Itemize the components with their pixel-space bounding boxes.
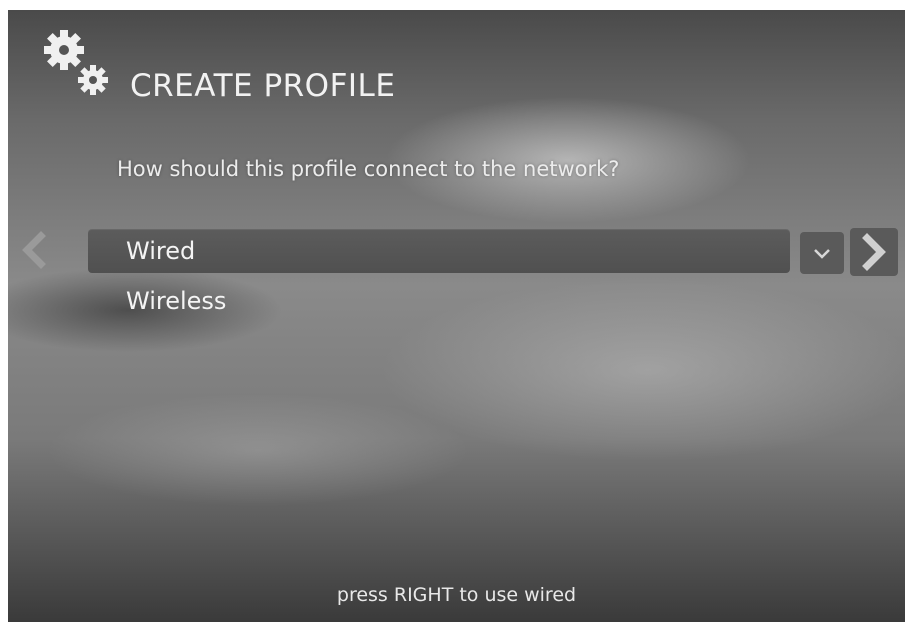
right-arrow-icon[interactable] <box>850 228 898 276</box>
chevron-down-icon[interactable] <box>800 232 844 274</box>
page-title: CREATE PROFILE <box>130 68 396 104</box>
left-arrow-icon[interactable] <box>14 226 54 274</box>
gears-icon <box>44 30 108 95</box>
option-wired[interactable]: Wired <box>88 229 790 273</box>
footer-hint: press RIGHT to use wired <box>336 584 577 606</box>
option-wireless[interactable]: Wireless <box>88 279 790 323</box>
create-profile-screen: CREATE PROFILE How should this profile c… <box>8 10 905 622</box>
connection-question: How should this profile connect to the n… <box>117 157 620 181</box>
option-label: Wireless <box>126 287 227 315</box>
option-label: Wired <box>126 237 196 265</box>
